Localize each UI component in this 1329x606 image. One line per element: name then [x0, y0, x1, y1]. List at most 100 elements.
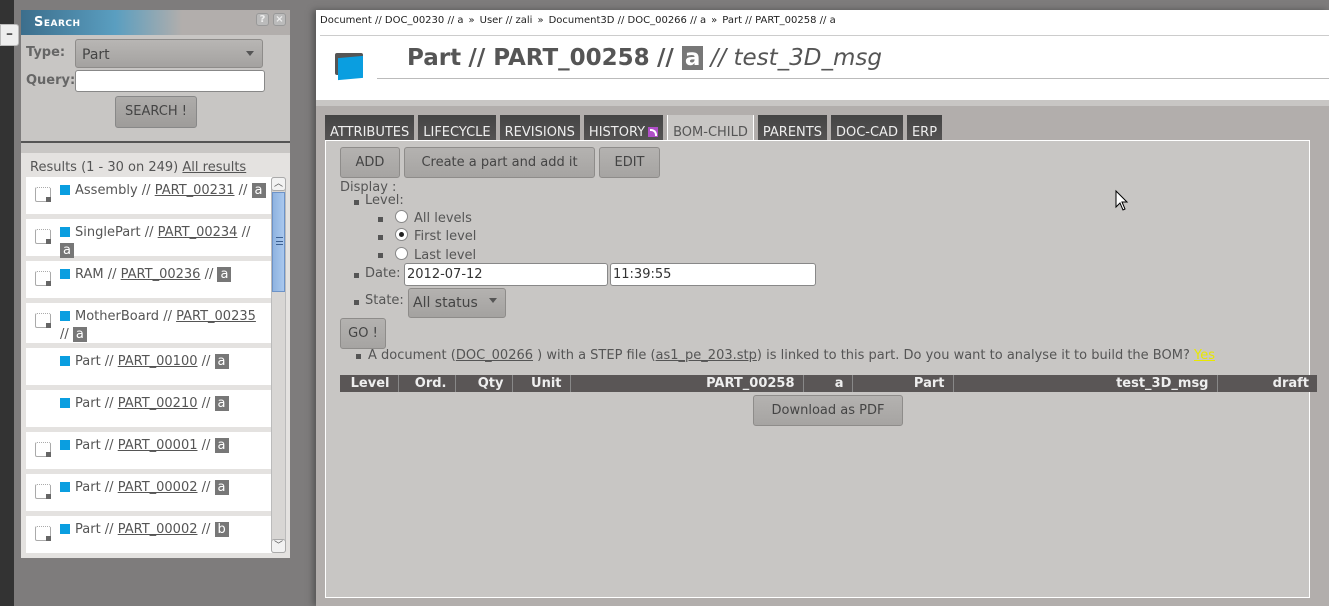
- result-item[interactable]: SinglePart // PART_00234 // a: [26, 219, 272, 258]
- result-item[interactable]: Part // PART_00210 // a: [26, 390, 272, 427]
- result-item[interactable]: Part // PART_00002 // a: [26, 474, 272, 511]
- bullet: [354, 300, 359, 305]
- revision-badge: a: [214, 396, 229, 411]
- bullet: [378, 217, 383, 222]
- search-button[interactable]: SEARCH !: [115, 96, 197, 128]
- radio-last-level[interactable]: [395, 247, 408, 260]
- document-icon[interactable]: [35, 484, 51, 499]
- results-list: Assembly // PART_00231 // a SinglePart //…: [26, 177, 272, 553]
- breadcrumb-item[interactable]: Document // DOC_00230 // a: [320, 15, 464, 26]
- analyse-yes-link[interactable]: Yes: [1194, 348, 1215, 363]
- breadcrumb-separator: »: [537, 15, 544, 26]
- column-header[interactable]: test_3D_msg: [953, 375, 1218, 392]
- radio-first-level[interactable]: [395, 228, 408, 241]
- breadcrumb-item[interactable]: Document3D // DOC_00266 // a: [549, 15, 707, 26]
- scroll-down-icon[interactable]: ﹀: [271, 539, 286, 553]
- type-select-value: Part: [82, 47, 110, 63]
- scrollbar-thumb[interactable]: [272, 192, 285, 292]
- breadcrumb-item[interactable]: Part // PART_00258 // a: [722, 15, 835, 26]
- document-icon[interactable]: [35, 229, 51, 244]
- tab-label: PARENTS: [762, 125, 822, 140]
- result-reference-link[interactable]: PART_00100: [118, 354, 198, 369]
- revision-badge: a: [214, 438, 229, 453]
- document-icon[interactable]: [35, 187, 51, 202]
- left-strip: [0, 0, 14, 606]
- query-input[interactable]: [75, 70, 265, 92]
- result-item[interactable]: Assembly // PART_00231 // a: [26, 177, 272, 214]
- result-text: Part // PART_00001 // a: [60, 437, 268, 455]
- column-header[interactable]: PART_00258: [570, 375, 804, 392]
- collapse-sidebar-button[interactable]: –: [0, 24, 19, 46]
- go-button[interactable]: GO !: [340, 318, 386, 349]
- result-reference-link[interactable]: PART_00236: [121, 267, 201, 282]
- result-reference-link[interactable]: PART_00235: [176, 309, 256, 324]
- column-header[interactable]: draft: [1217, 375, 1317, 392]
- column-header[interactable]: Unit: [512, 375, 571, 392]
- radio-all-levels[interactable]: [395, 210, 408, 223]
- state-select[interactable]: All status: [408, 288, 506, 318]
- step-file-message: A document (DOC_00266 ) with a STEP file…: [368, 348, 1215, 363]
- document-icon[interactable]: [35, 313, 51, 328]
- result-reference-link[interactable]: PART_00231: [155, 183, 235, 198]
- column-header[interactable]: Ord.: [398, 375, 456, 392]
- radio-label-all-levels: All levels: [414, 211, 472, 226]
- revision-badge: a: [60, 243, 74, 258]
- result-reference-link[interactable]: PART_00210: [118, 396, 198, 411]
- result-item[interactable]: Part // PART_00002 // b: [26, 516, 272, 553]
- close-icon[interactable]: ×: [273, 13, 286, 26]
- bullet: [378, 235, 383, 240]
- column-header[interactable]: a: [803, 375, 853, 392]
- part-type-icon: [60, 482, 70, 492]
- step-doc-link[interactable]: DOC_00266: [456, 348, 533, 363]
- step-file-link[interactable]: as1_pe_203.stp: [656, 348, 757, 363]
- radio-label-last-level: Last level: [414, 248, 477, 263]
- add-button[interactable]: ADD: [340, 147, 400, 178]
- result-reference-link[interactable]: PART_00002: [118, 480, 198, 495]
- all-results-link[interactable]: All results: [182, 160, 246, 175]
- time-input[interactable]: 11:39:55: [610, 263, 816, 286]
- document-icon[interactable]: [35, 271, 51, 286]
- results-scrollbar[interactable]: ︿ ﹀: [271, 177, 286, 553]
- part-type-icon: [60, 227, 70, 237]
- download-pdf-button[interactable]: Download as PDF: [753, 395, 903, 426]
- result-item[interactable]: Part // PART_00001 // a: [26, 432, 272, 469]
- document-icon[interactable]: [35, 442, 51, 457]
- result-reference-link[interactable]: PART_00234: [158, 225, 238, 240]
- search-panel-title: Search: [34, 15, 81, 30]
- title-type: Part: [407, 45, 462, 71]
- result-type: SinglePart: [75, 225, 141, 240]
- scroll-up-icon[interactable]: ︿: [271, 177, 286, 191]
- column-header[interactable]: Qty: [455, 375, 513, 392]
- document-icon[interactable]: [35, 526, 51, 541]
- edit-button[interactable]: EDIT: [599, 147, 660, 178]
- result-item[interactable]: MotherBoard // PART_00235 // a: [26, 303, 272, 343]
- part-type-icon: [60, 356, 70, 366]
- breadcrumb-item[interactable]: User // zali: [480, 15, 533, 26]
- revision-badge: a: [251, 183, 266, 198]
- result-reference-link[interactable]: PART_00001: [118, 438, 198, 453]
- tab-label: DOC-CAD: [835, 125, 898, 140]
- result-type: Part: [75, 522, 101, 537]
- rss-icon[interactable]: [648, 127, 659, 137]
- tab-label: ATTRIBUTES: [330, 125, 410, 140]
- date-input[interactable]: 2012-07-12: [404, 263, 608, 286]
- part-type-icon: [60, 524, 70, 534]
- part-type-icon: [60, 398, 70, 408]
- level-label: Level:: [365, 193, 404, 208]
- result-reference-link[interactable]: PART_00002: [118, 522, 198, 537]
- type-select[interactable]: Part: [75, 39, 263, 68]
- part-type-icon: [60, 185, 70, 195]
- result-type: Part: [75, 354, 101, 369]
- tab-label: REVISIONS: [504, 125, 575, 140]
- revision-badge: a: [214, 480, 229, 495]
- result-item[interactable]: RAM // PART_00236 // a: [26, 261, 272, 298]
- help-icon[interactable]: ?: [256, 13, 269, 26]
- result-type: Part: [75, 480, 101, 495]
- create-part-button[interactable]: Create a part and add it: [404, 147, 595, 178]
- result-item[interactable]: Part // PART_00100 // a: [26, 348, 272, 385]
- column-header[interactable]: Part: [852, 375, 954, 392]
- results-area: Results (1 - 30 on 249) All results Asse…: [21, 153, 290, 558]
- result-type: Part: [75, 438, 101, 453]
- revision-badge: b: [214, 522, 229, 537]
- column-header[interactable]: Level: [340, 375, 399, 392]
